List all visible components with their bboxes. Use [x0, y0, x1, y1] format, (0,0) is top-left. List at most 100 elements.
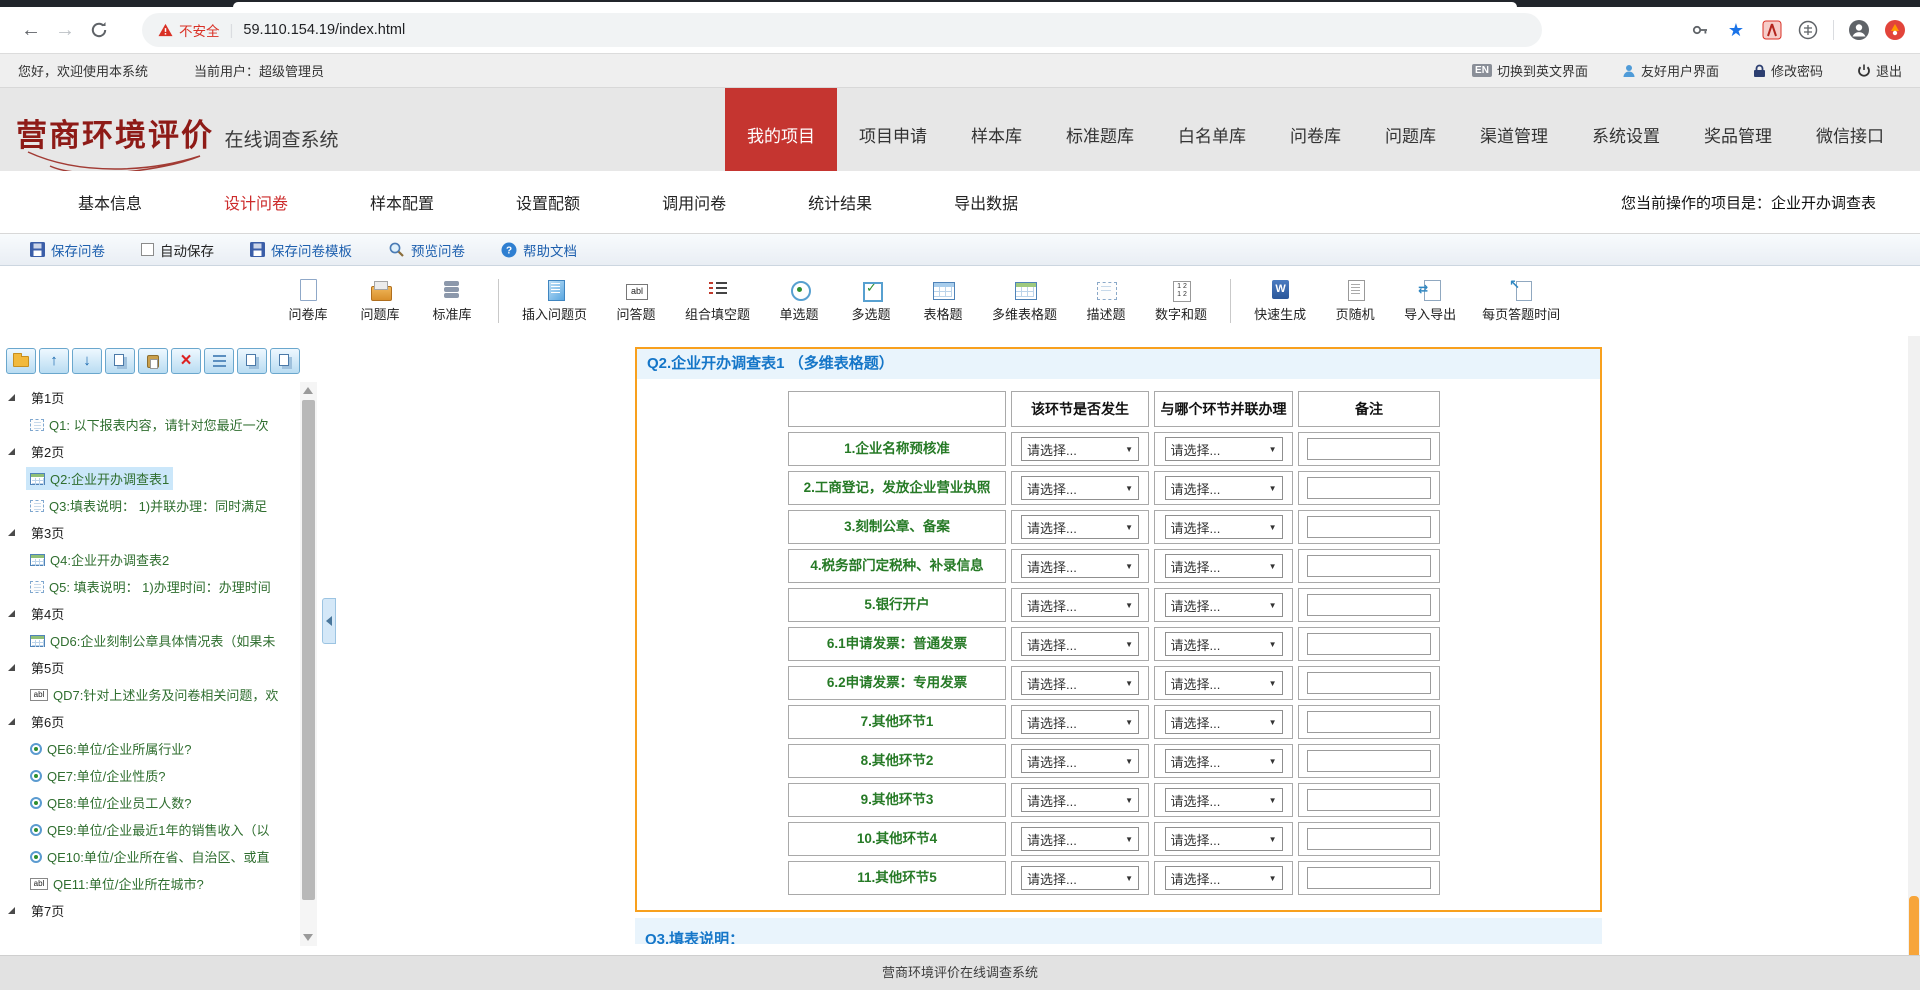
parallel-select[interactable]: 请选择... ▼ [1165, 671, 1283, 695]
occurs-select[interactable]: 请选择... ▼ [1021, 632, 1139, 656]
toolbar-button[interactable]: 单选题 [776, 279, 822, 323]
remark-input[interactable] [1307, 711, 1431, 733]
scroll-up-icon[interactable] [303, 387, 313, 394]
save-template-button[interactable]: 保存问卷模板 [250, 240, 352, 260]
tree-node[interactable]: 第3页 [0, 519, 296, 546]
parallel-select[interactable]: 请选择... ▼ [1165, 437, 1283, 461]
expand-arrow-icon[interactable] [8, 448, 15, 455]
security-warning[interactable]: 不安全 [179, 20, 220, 40]
tree-toolbar-button[interactable] [105, 348, 135, 374]
tree-node[interactable]: QE7:单位/企业性质? [0, 762, 296, 789]
occurs-select[interactable]: 请选择... ▼ [1021, 710, 1139, 734]
nav-item[interactable]: 白名单库 [1156, 88, 1268, 171]
tree-node[interactable]: QE11:单位/企业所在城市? [0, 870, 296, 897]
reload-icon[interactable] [82, 13, 116, 47]
remark-input[interactable] [1307, 789, 1431, 811]
tab-item[interactable]: 设计问卷 [224, 190, 288, 214]
remark-input[interactable] [1307, 828, 1431, 850]
tree-toolbar-button[interactable] [171, 348, 201, 374]
remark-input[interactable] [1307, 477, 1431, 499]
help-button[interactable]: ? 帮助文档 [501, 240, 577, 260]
parallel-select[interactable]: 请选择... ▼ [1165, 749, 1283, 773]
remark-input[interactable] [1307, 633, 1431, 655]
key-icon[interactable] [1689, 19, 1711, 41]
parallel-select[interactable]: 请选择... ▼ [1165, 827, 1283, 851]
panel-collapse-handle[interactable] [322, 598, 336, 644]
occurs-select[interactable]: 请选择... ▼ [1021, 749, 1139, 773]
toolbar-button[interactable]: 每页答题时间 [1482, 279, 1560, 323]
toolbar-button[interactable]: 问题库 [357, 279, 403, 323]
expand-arrow-icon[interactable] [8, 664, 15, 671]
tree-node[interactable]: 第5页 [0, 654, 296, 681]
expand-arrow-icon[interactable] [8, 718, 15, 725]
autosave-toggle[interactable]: 自动保存 [141, 240, 214, 260]
tree-node[interactable]: Q4:企业开办调查表2 [0, 546, 296, 573]
tree-node[interactable]: QE6:单位/企业所属行业? [0, 735, 296, 762]
expand-arrow-icon[interactable] [8, 529, 15, 536]
toolbar-button[interactable]: 插入问题页 [522, 279, 587, 323]
grid-extension-icon[interactable] [1797, 19, 1819, 41]
occurs-select[interactable]: 请选择... ▼ [1021, 866, 1139, 890]
save-questionnaire-button[interactable]: 保存问卷 [30, 240, 105, 260]
nav-item[interactable]: 系统设置 [1570, 88, 1682, 171]
parallel-select[interactable]: 请选择... ▼ [1165, 710, 1283, 734]
nav-item[interactable]: 问题库 [1363, 88, 1458, 171]
parallel-select[interactable]: 请选择... ▼ [1165, 866, 1283, 890]
toolbar-button[interactable]: 多维表格题 [992, 279, 1057, 323]
extension-badge-icon[interactable] [1884, 19, 1906, 41]
toolbar-button[interactable]: 组合填空题 [685, 279, 750, 323]
scroll-down-icon[interactable] [303, 934, 313, 941]
logout-link[interactable]: 退出 [1857, 61, 1902, 80]
nav-item[interactable]: 渠道管理 [1458, 88, 1570, 171]
toolbar-button[interactable]: 导入导出 [1404, 279, 1456, 323]
tree-node[interactable]: Q1: 以下报表内容，请针对您最近一次 [0, 411, 296, 438]
tab-item[interactable]: 设置配额 [516, 190, 580, 214]
forward-icon[interactable]: → [48, 13, 82, 47]
toolbar-button[interactable]: 多选题 [848, 279, 894, 323]
toolbar-button[interactable]: 描述题 [1083, 279, 1129, 323]
selected-question-block[interactable]: Q2.企业开办调查表1 （多维表格题） 该环节是否发生 与哪个环节并联办理 备注… [635, 347, 1602, 912]
tree-toolbar-button[interactable] [138, 348, 168, 374]
tab-item[interactable]: 基本信息 [78, 190, 142, 214]
tree-node[interactable]: Q3:填表说明： 1)并联办理：同时满足 [0, 492, 296, 519]
profile-icon[interactable] [1848, 19, 1870, 41]
tree-toolbar-button[interactable] [204, 348, 234, 374]
toolbar-button[interactable]: 快速生成 [1254, 279, 1306, 323]
nav-item[interactable]: 标准题库 [1044, 88, 1156, 171]
occurs-select[interactable]: 请选择... ▼ [1021, 671, 1139, 695]
tab-item[interactable]: 导出数据 [954, 190, 1018, 214]
toolbar-button[interactable]: 问卷库 [285, 279, 331, 323]
tab-item[interactable]: 统计结果 [808, 190, 872, 214]
tree-node[interactable]: QE9:单位/企业最近1年的销售收入（以 [0, 816, 296, 843]
toolbar-button[interactable]: 页随机 [1332, 279, 1378, 323]
occurs-select[interactable]: 请选择... ▼ [1021, 515, 1139, 539]
remark-input[interactable] [1307, 672, 1431, 694]
tree-toolbar-button[interactable] [237, 348, 267, 374]
page-scrollbar[interactable] [1908, 336, 1920, 990]
tree-node[interactable]: 第6页 [0, 708, 296, 735]
autosave-checkbox[interactable] [141, 243, 154, 256]
tree-toolbar-button[interactable] [72, 348, 102, 374]
remark-input[interactable] [1307, 438, 1431, 460]
pdf-extension-icon[interactable] [1761, 19, 1783, 41]
nav-item[interactable]: 项目申请 [837, 88, 949, 171]
expand-arrow-icon[interactable] [8, 394, 15, 401]
occurs-select[interactable]: 请选择... ▼ [1021, 827, 1139, 851]
address-bar[interactable]: 不安全 | 59.110.154.19/index.html [142, 13, 1542, 47]
occurs-select[interactable]: 请选择... ▼ [1021, 476, 1139, 500]
toolbar-button[interactable]: 数字和题 [1155, 279, 1207, 323]
tree-node[interactable]: QD7:针对上述业务及问卷相关问题，欢 [0, 681, 296, 708]
parallel-select[interactable]: 请选择... ▼ [1165, 788, 1283, 812]
tree-toolbar-button[interactable] [39, 348, 69, 374]
tree-node[interactable]: 第2页 [0, 438, 296, 465]
tree-node[interactable]: 第1页 [0, 384, 296, 411]
tree-toolbar-button[interactable] [6, 348, 36, 374]
parallel-select[interactable]: 请选择... ▼ [1165, 632, 1283, 656]
back-icon[interactable]: ← [14, 13, 48, 47]
remark-input[interactable] [1307, 516, 1431, 538]
parallel-select[interactable]: 请选择... ▼ [1165, 554, 1283, 578]
occurs-select[interactable]: 请选择... ▼ [1021, 437, 1139, 461]
tree-node[interactable]: QE10:单位/企业所在省、自治区、或直 [0, 843, 296, 870]
preview-button[interactable]: 预览问卷 [388, 240, 465, 260]
nav-item[interactable]: 问卷库 [1268, 88, 1363, 171]
